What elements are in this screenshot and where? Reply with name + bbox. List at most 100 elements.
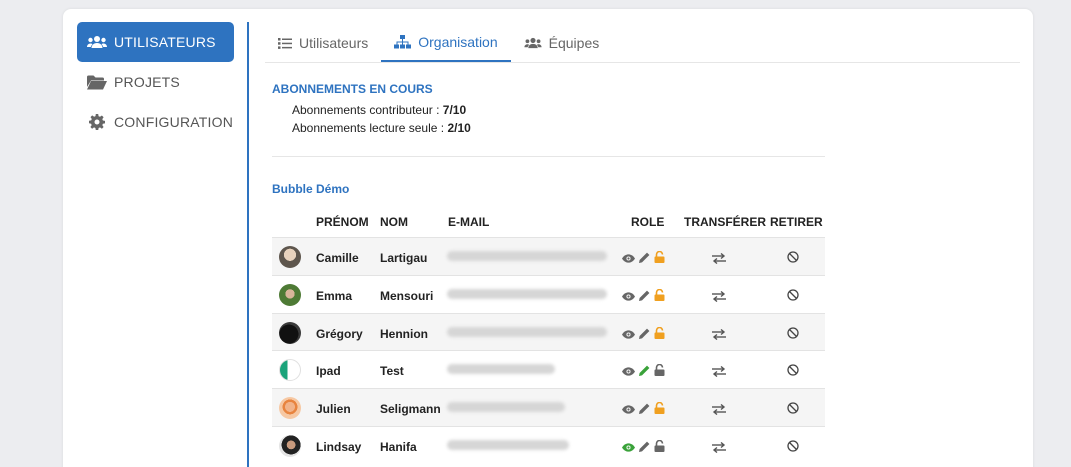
table-row: Lindsay Hanifa [272, 426, 825, 464]
email-cell [447, 402, 565, 412]
header-email: E-MAIL [448, 215, 490, 229]
section-divider [272, 156, 825, 157]
avatar [279, 435, 301, 457]
remove-button[interactable] [787, 401, 799, 419]
readonly-label: Abonnements lecture seule : [292, 121, 448, 135]
contributor-value: 7/10 [442, 103, 467, 117]
table-row: Julien Seligmann [272, 388, 825, 426]
avatar [279, 284, 301, 306]
sidebar: UTILISATEURS PROJETS CONFIGURATION [77, 22, 234, 142]
role-selector [622, 439, 665, 457]
remove-button[interactable] [787, 326, 799, 344]
header-lastname: NOM [380, 215, 408, 229]
header-transfer: TRANSFÉRER [684, 215, 767, 229]
firstname-cell: Grégory [316, 327, 363, 341]
table-row: Emma Mensouri [272, 275, 825, 313]
email-cell [447, 289, 607, 299]
remove-button[interactable] [787, 363, 799, 381]
firstname-cell: Julien [316, 402, 351, 416]
list-icon [278, 37, 292, 49]
transfer-button[interactable] [712, 289, 726, 307]
firstname-cell: Lindsay [316, 440, 362, 454]
users-icon [87, 34, 107, 50]
lastname-cell: Hanifa [380, 440, 417, 454]
sidebar-divider [247, 22, 249, 467]
transfer-button[interactable] [712, 402, 726, 420]
role-selector [622, 401, 665, 419]
header-role: ROLE [631, 215, 665, 229]
sidebar-item-label: UTILISATEURS [114, 34, 216, 50]
tab-label: Équipes [548, 35, 600, 51]
contributor-label: Abonnements contributeur : [292, 103, 443, 117]
pencil-icon[interactable] [639, 288, 650, 306]
role-selector [622, 250, 665, 268]
role-selector [622, 288, 665, 306]
team-icon [524, 37, 542, 49]
lastname-cell: Mensouri [380, 289, 434, 303]
eye-icon[interactable] [622, 439, 635, 457]
eye-icon[interactable] [622, 363, 635, 381]
pencil-icon[interactable] [639, 250, 650, 268]
email-cell [447, 364, 555, 374]
role-selector [622, 363, 665, 381]
sidebar-item-label: CONFIGURATION [114, 114, 234, 130]
unlock-icon[interactable] [654, 363, 665, 381]
lastname-cell: Seligmann [380, 402, 441, 416]
eye-icon[interactable] [622, 326, 635, 344]
transfer-button[interactable] [712, 364, 726, 382]
role-selector [622, 326, 665, 344]
sitemap-icon [394, 35, 412, 49]
gear-icon [87, 114, 107, 130]
sidebar-item-projects[interactable]: PROJETS [77, 62, 234, 102]
transfer-button[interactable] [712, 440, 726, 458]
eye-icon[interactable] [622, 250, 635, 268]
avatar [279, 246, 301, 268]
transfer-button[interactable] [712, 327, 726, 345]
unlock-icon[interactable] [654, 439, 665, 457]
firstname-cell: Camille [316, 251, 359, 265]
avatar [279, 359, 301, 381]
table-row: Grégory Hennion [272, 313, 825, 351]
table-row: Camille Lartigau [272, 237, 825, 275]
tab-users[interactable]: Utilisateurs [265, 24, 381, 62]
tab-organisation[interactable]: Organisation [381, 24, 511, 62]
pencil-icon[interactable] [639, 326, 650, 344]
sidebar-item-users[interactable]: UTILISATEURS [77, 22, 234, 62]
unlock-icon[interactable] [654, 326, 665, 344]
eye-icon[interactable] [622, 401, 635, 419]
lastname-cell: Hennion [380, 327, 428, 341]
lastname-cell: Test [380, 364, 404, 378]
readonly-value: 2/10 [447, 121, 471, 135]
email-cell [447, 327, 607, 337]
unlock-icon[interactable] [654, 401, 665, 419]
header-firstname: PRÉNOM [316, 215, 369, 229]
tab-label: Utilisateurs [299, 35, 369, 51]
sidebar-item-label: PROJETS [114, 74, 180, 90]
pencil-icon[interactable] [639, 439, 650, 457]
pencil-icon[interactable] [639, 363, 650, 381]
organization-name: Bubble Démo [272, 182, 350, 196]
email-cell [447, 440, 569, 450]
folder-open-icon [87, 74, 107, 90]
subscriptions-title: ABONNEMENTS EN COURS [272, 82, 433, 96]
email-cell [447, 251, 607, 261]
firstname-cell: Ipad [316, 364, 341, 378]
sidebar-item-configuration[interactable]: CONFIGURATION [77, 102, 234, 142]
readonly-subscriptions: Abonnements lecture seule : 2/10 [292, 121, 471, 135]
contributor-subscriptions: Abonnements contributeur : 7/10 [292, 103, 466, 117]
firstname-cell: Emma [316, 289, 353, 303]
avatar [279, 322, 301, 344]
remove-button[interactable] [787, 250, 799, 268]
header-remove: RETIRER [770, 215, 823, 229]
pencil-icon[interactable] [639, 401, 650, 419]
remove-button[interactable] [787, 439, 799, 457]
eye-icon[interactable] [622, 288, 635, 306]
tab-bar: Utilisateurs Organisation Équipes [265, 24, 1020, 63]
transfer-button[interactable] [712, 251, 726, 269]
tab-label: Organisation [418, 34, 498, 50]
unlock-icon[interactable] [654, 250, 665, 268]
lastname-cell: Lartigau [380, 251, 428, 265]
unlock-icon[interactable] [654, 288, 665, 306]
tab-teams[interactable]: Équipes [511, 24, 613, 62]
remove-button[interactable] [787, 288, 799, 306]
